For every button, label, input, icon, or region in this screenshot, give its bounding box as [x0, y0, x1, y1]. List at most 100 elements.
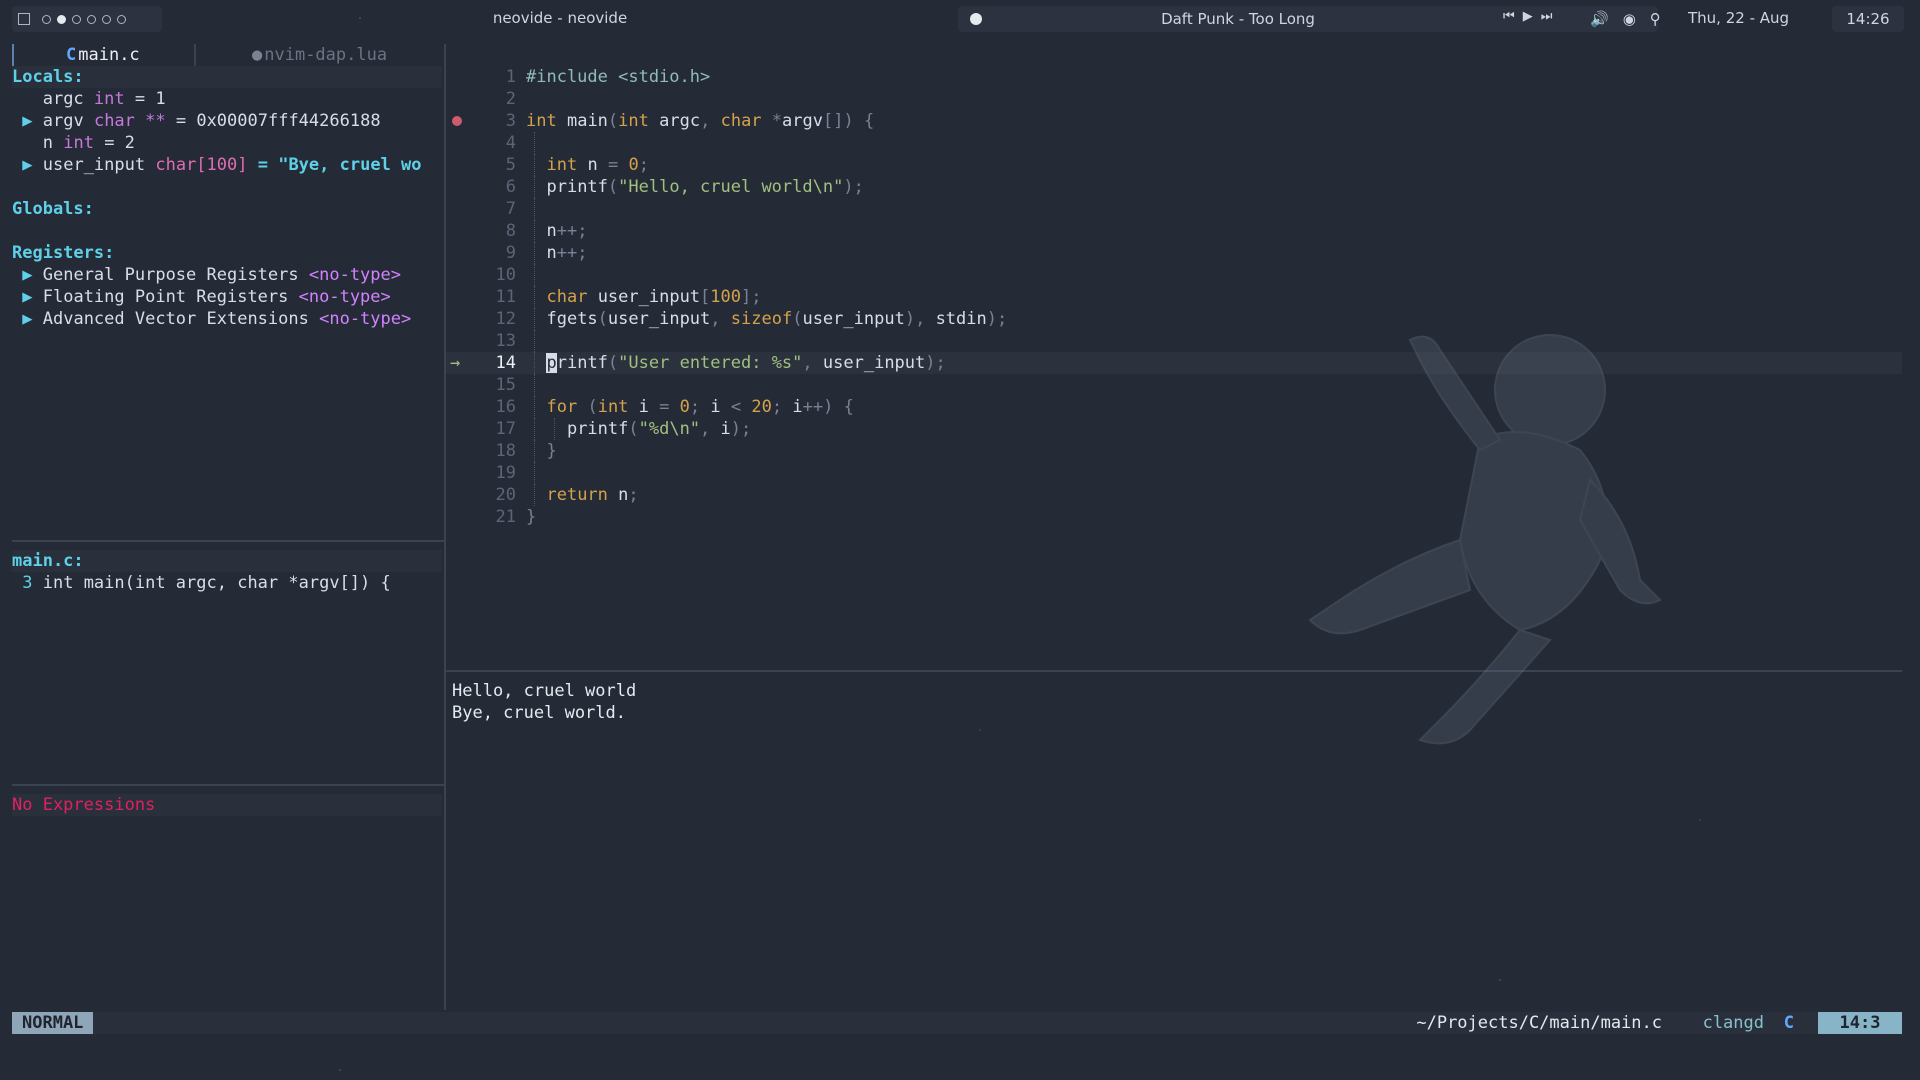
scope-variable[interactable]: argc int = 1: [12, 88, 442, 110]
watches-empty: No Expressions: [12, 794, 442, 816]
lsp-client: clangd: [1702, 1013, 1764, 1033]
indent-guide: [534, 462, 535, 484]
play-icon[interactable]: ▶: [1523, 9, 1533, 24]
line-number: 9: [505, 243, 516, 263]
date: Thu, 22 - Aug: [1688, 9, 1790, 27]
line-number: 8: [505, 221, 516, 241]
line-number: 16: [495, 397, 516, 417]
breakpoints-file[interactable]: main.c:: [12, 550, 442, 572]
code-line[interactable]: 6 printf("Hello, cruel world\n");: [446, 176, 1902, 198]
expand-icon[interactable]: ▶: [22, 309, 32, 329]
window-title: neovide - neovide: [492, 9, 628, 27]
file-path: ~/Projects/C/main/main.c: [1416, 1013, 1662, 1033]
line-number: 12: [495, 309, 516, 329]
indent-guide: [534, 264, 535, 286]
media-controls: ⏮ ▶ ⏭: [1503, 9, 1552, 24]
code-line[interactable]: 5 int n = 0;: [446, 154, 1902, 176]
code-text: #include <stdio.h>: [526, 67, 711, 87]
code-line[interactable]: 3 int main(int argc, char *argv[]) {: [446, 110, 1902, 132]
indent-guide: [534, 132, 535, 154]
line-number: 5: [505, 155, 516, 175]
indent-guide: [534, 374, 535, 396]
code-line[interactable]: 4: [446, 132, 1902, 154]
astronaut-wallpaper: [1308, 334, 1662, 745]
globals-header: Globals:: [12, 199, 94, 219]
expand-icon[interactable]: ▶: [22, 111, 32, 131]
scope-variable[interactable]: ▶ user_input char[100] = "Bye, cruel wo: [12, 154, 442, 176]
tab-main-c[interactable]: Cmain.c: [12, 44, 194, 66]
expand-icon[interactable]: ▶: [22, 265, 32, 285]
line-number: 1: [505, 67, 516, 87]
code-text: int main(int argc, char *argv[]) {: [526, 111, 875, 131]
track-title[interactable]: Daft Punk - Too Long: [958, 10, 1518, 28]
register-group[interactable]: ▶ Advanced Vector Extensions <no-type>: [12, 308, 442, 330]
code-text: int n = 0;: [546, 155, 649, 175]
next-track-icon[interactable]: ⏭: [1541, 9, 1553, 24]
register-group[interactable]: ▶ General Purpose Registers <no-type>: [12, 264, 442, 286]
buffer-tabline: Cmain.c ● nvim-dap.lua: [12, 44, 444, 66]
mode-indicator: NORMAL: [12, 1012, 94, 1034]
code-text: for (int i = 0; i < 20; i++) {: [546, 397, 854, 417]
line-number: 18: [495, 441, 516, 461]
code-line[interactable]: 8 n++;: [446, 220, 1902, 242]
system-tray: 🔊 ◉ ⚲: [1590, 6, 1661, 32]
line-number: 14: [495, 353, 516, 373]
indent-guide: [534, 330, 535, 352]
line-number: 7: [505, 199, 516, 219]
location-icon[interactable]: ⚲: [1650, 10, 1661, 28]
c-file-icon: C: [66, 45, 77, 65]
tab-label: main.c: [78, 45, 140, 65]
tab-label: nvim-dap.lua: [264, 45, 388, 65]
code-text: return n;: [546, 485, 639, 505]
code-text: }: [526, 507, 537, 527]
code-line[interactable]: 9 n++;: [446, 242, 1902, 264]
line-number: 17: [495, 419, 516, 439]
line-number: 21: [495, 507, 516, 527]
code-line[interactable]: 7: [446, 198, 1902, 220]
registers-header: Registers:: [12, 243, 115, 263]
pane-divider[interactable]: [12, 540, 444, 542]
pane-divider[interactable]: [12, 784, 444, 786]
output-line: Hello, cruel world: [452, 681, 637, 701]
line-number: 15: [495, 375, 516, 395]
clock: 14:26: [1832, 6, 1904, 32]
cursor-position: 14:3: [1818, 1012, 1902, 1034]
dap-sidebar: Cmain.c ● nvim-dap.lua Locals: argc int =…: [12, 44, 446, 1010]
code-line[interactable]: 2: [446, 88, 1902, 110]
line-number: 13: [495, 331, 516, 351]
expand-icon[interactable]: ▶: [22, 287, 32, 307]
tab-nvim-dap-lua[interactable]: ● nvim-dap.lua: [194, 44, 444, 66]
code-line[interactable]: 1 #include <stdio.h>: [446, 66, 1902, 88]
line-number: 10: [495, 265, 516, 285]
register-group[interactable]: ▶ Floating Point Registers <no-type>: [12, 286, 442, 308]
code-text: fgets(user_input, sizeof(user_input), st…: [546, 309, 1008, 329]
locals-header: Locals:: [12, 66, 442, 88]
line-number: 4: [505, 133, 516, 153]
code-text: printf("Hello, cruel world\n");: [546, 177, 864, 197]
code-text: n++;: [546, 243, 588, 263]
media-player: Daft Punk - Too Long ⏮ ▶ ⏭: [958, 6, 1658, 32]
previous-track-icon[interactable]: ⏮: [1503, 9, 1515, 24]
statusline: NORMAL ~/Projects/C/main/main.c clangd C…: [12, 1012, 1902, 1034]
expand-icon[interactable]: ▶: [22, 155, 32, 175]
scope-variable[interactable]: ▶ argv char ** = 0x00007fff44266188: [12, 110, 442, 132]
desktop: neovide - neovide Daft Punk - Too Long ⏮…: [0, 0, 1920, 1080]
code-line[interactable]: 10: [446, 264, 1902, 286]
discord-icon[interactable]: ◉: [1623, 10, 1636, 28]
indent-guide: [534, 198, 535, 220]
c-filetype-icon: C: [1783, 1013, 1794, 1033]
code-text: printf("%d\n", i);: [566, 419, 752, 439]
text-cursor: p: [546, 353, 557, 373]
line-number: 19: [495, 463, 516, 483]
output-line: Bye, cruel world.: [452, 703, 626, 723]
line-number: 6: [505, 177, 516, 197]
lua-file-icon: ●: [252, 45, 263, 65]
scope-variable[interactable]: n int = 2: [12, 132, 442, 154]
volume-icon[interactable]: 🔊: [1590, 10, 1609, 28]
line-number: 11: [495, 287, 516, 307]
line-number: 2: [505, 89, 516, 109]
breakpoint-entry[interactable]: 3 int main(int argc, char *argv[]) {: [12, 572, 442, 594]
code-text: }: [546, 441, 557, 461]
code-text: n++;: [546, 221, 588, 241]
code-text: printf("User entered: %s", user_input);: [546, 353, 946, 373]
